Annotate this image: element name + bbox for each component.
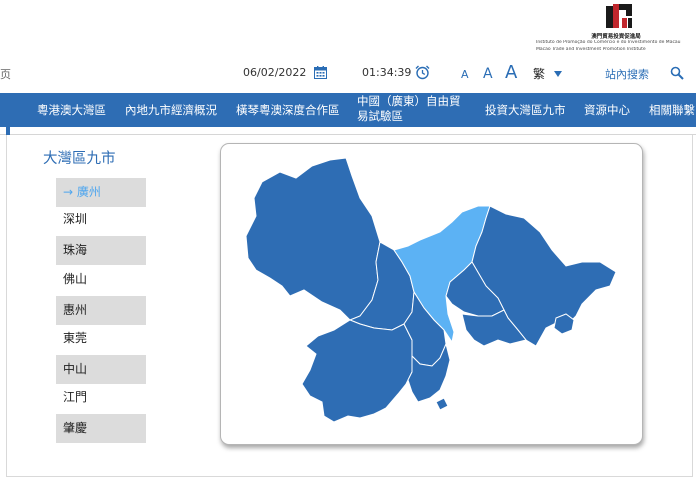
current-time: 01:34:39: [362, 66, 412, 79]
nav-accent-bar: [6, 127, 10, 135]
map-region-zhuhai-islands[interactable]: [435, 397, 449, 411]
sidebar-item-zhuhai[interactable]: 珠海: [56, 236, 146, 265]
logo-subtitle-pt: Instituto de Promoção do Comércio e do I…: [536, 40, 681, 45]
sidebar-item-label: 佛山: [63, 272, 88, 286]
nav-item-contacts[interactable]: 相關聯繫: [649, 102, 695, 118]
sidebar-item-jiangmen[interactable]: 江門: [56, 383, 146, 412]
alarm-clock-icon: [415, 65, 430, 80]
sidebar-item-label: 江門: [63, 390, 88, 404]
sidebar-item-label: 深圳: [63, 212, 88, 226]
sidebar-item-label: 珠海: [63, 243, 88, 257]
sidebar-item-label: 惠州: [63, 303, 88, 317]
sidebar-item-label: 肇慶: [63, 421, 88, 435]
nav-item-gba[interactable]: 粵港澳大灣區: [37, 102, 106, 118]
sidebar-item-label: 東莞: [63, 331, 88, 345]
sidebar-item-huizhou[interactable]: 惠州: [56, 296, 146, 325]
utility-bar: 页 06/02/2022 01:34:39 A A A 繁 站內搜索: [0, 62, 696, 86]
gba-map: [245, 157, 617, 423]
ipim-logo-mark: [606, 4, 632, 28]
search-icon[interactable]: [670, 66, 684, 80]
language-selector[interactable]: 繁: [533, 65, 545, 82]
nav-item-invest[interactable]: 投資大灣區九市: [485, 102, 566, 118]
nav-item-economy[interactable]: 內地九市經濟概況: [125, 102, 217, 118]
sidebar-item-foshan[interactable]: 佛山: [56, 265, 146, 294]
current-date: 06/02/2022: [243, 66, 307, 79]
sidebar-item-zhongshan[interactable]: 中山: [56, 355, 146, 384]
ipim-logo[interactable]: 澳門貿易投資促進局 Instituto de Promoção do Comér…: [536, 2, 696, 56]
map-region-zhaoqing[interactable]: [245, 157, 381, 321]
logo-subtitle-en: Macao Trade and Investment Promotion Ins…: [536, 47, 646, 52]
sidebar-item-label: 中山: [63, 362, 88, 376]
logo-name: 澳門貿易投資促進局: [591, 34, 641, 40]
sidebar-item-dongguan[interactable]: 東莞: [56, 324, 146, 353]
nav-item-resources[interactable]: 資源中心: [584, 102, 630, 118]
nav-item-ftz-line1: 中國（廣東）自由貿: [357, 94, 461, 108]
nav-item-hengqin[interactable]: 橫琴粵澳深度合作區: [236, 102, 340, 118]
font-size-small-button[interactable]: A: [461, 68, 469, 81]
font-size-medium-button[interactable]: A: [483, 66, 493, 82]
site-search-link[interactable]: 站內搜索: [605, 66, 649, 82]
active-arrow-icon: →: [63, 185, 74, 199]
font-size-large-button[interactable]: A: [505, 62, 517, 83]
sidebar-item-shenzhen[interactable]: 深圳: [56, 205, 146, 234]
sidebar-item-zhaoqing[interactable]: 肇慶: [56, 414, 146, 443]
calendar-icon: [314, 66, 327, 79]
sidebar-title: 大灣區九市: [43, 151, 116, 167]
nav-divider: [0, 127, 696, 135]
chevron-down-icon[interactable]: [554, 71, 562, 77]
sidebar-item-label: 廣州: [76, 185, 101, 199]
map-region-jiangmen[interactable]: [301, 319, 417, 423]
sidebar-item-guangzhou[interactable]: → 廣州: [56, 178, 146, 207]
home-link-fragment[interactable]: 页: [0, 66, 11, 82]
nav-item-ftz[interactable]: 中國（廣東）自由貿 易試驗區: [357, 94, 461, 124]
main-nav: 粵港澳大灣區 內地九市經濟概況 橫琴粵澳深度合作區 中國（廣東）自由貿 易試驗區…: [0, 93, 696, 127]
nav-item-ftz-line2: 易試驗區: [357, 109, 403, 123]
